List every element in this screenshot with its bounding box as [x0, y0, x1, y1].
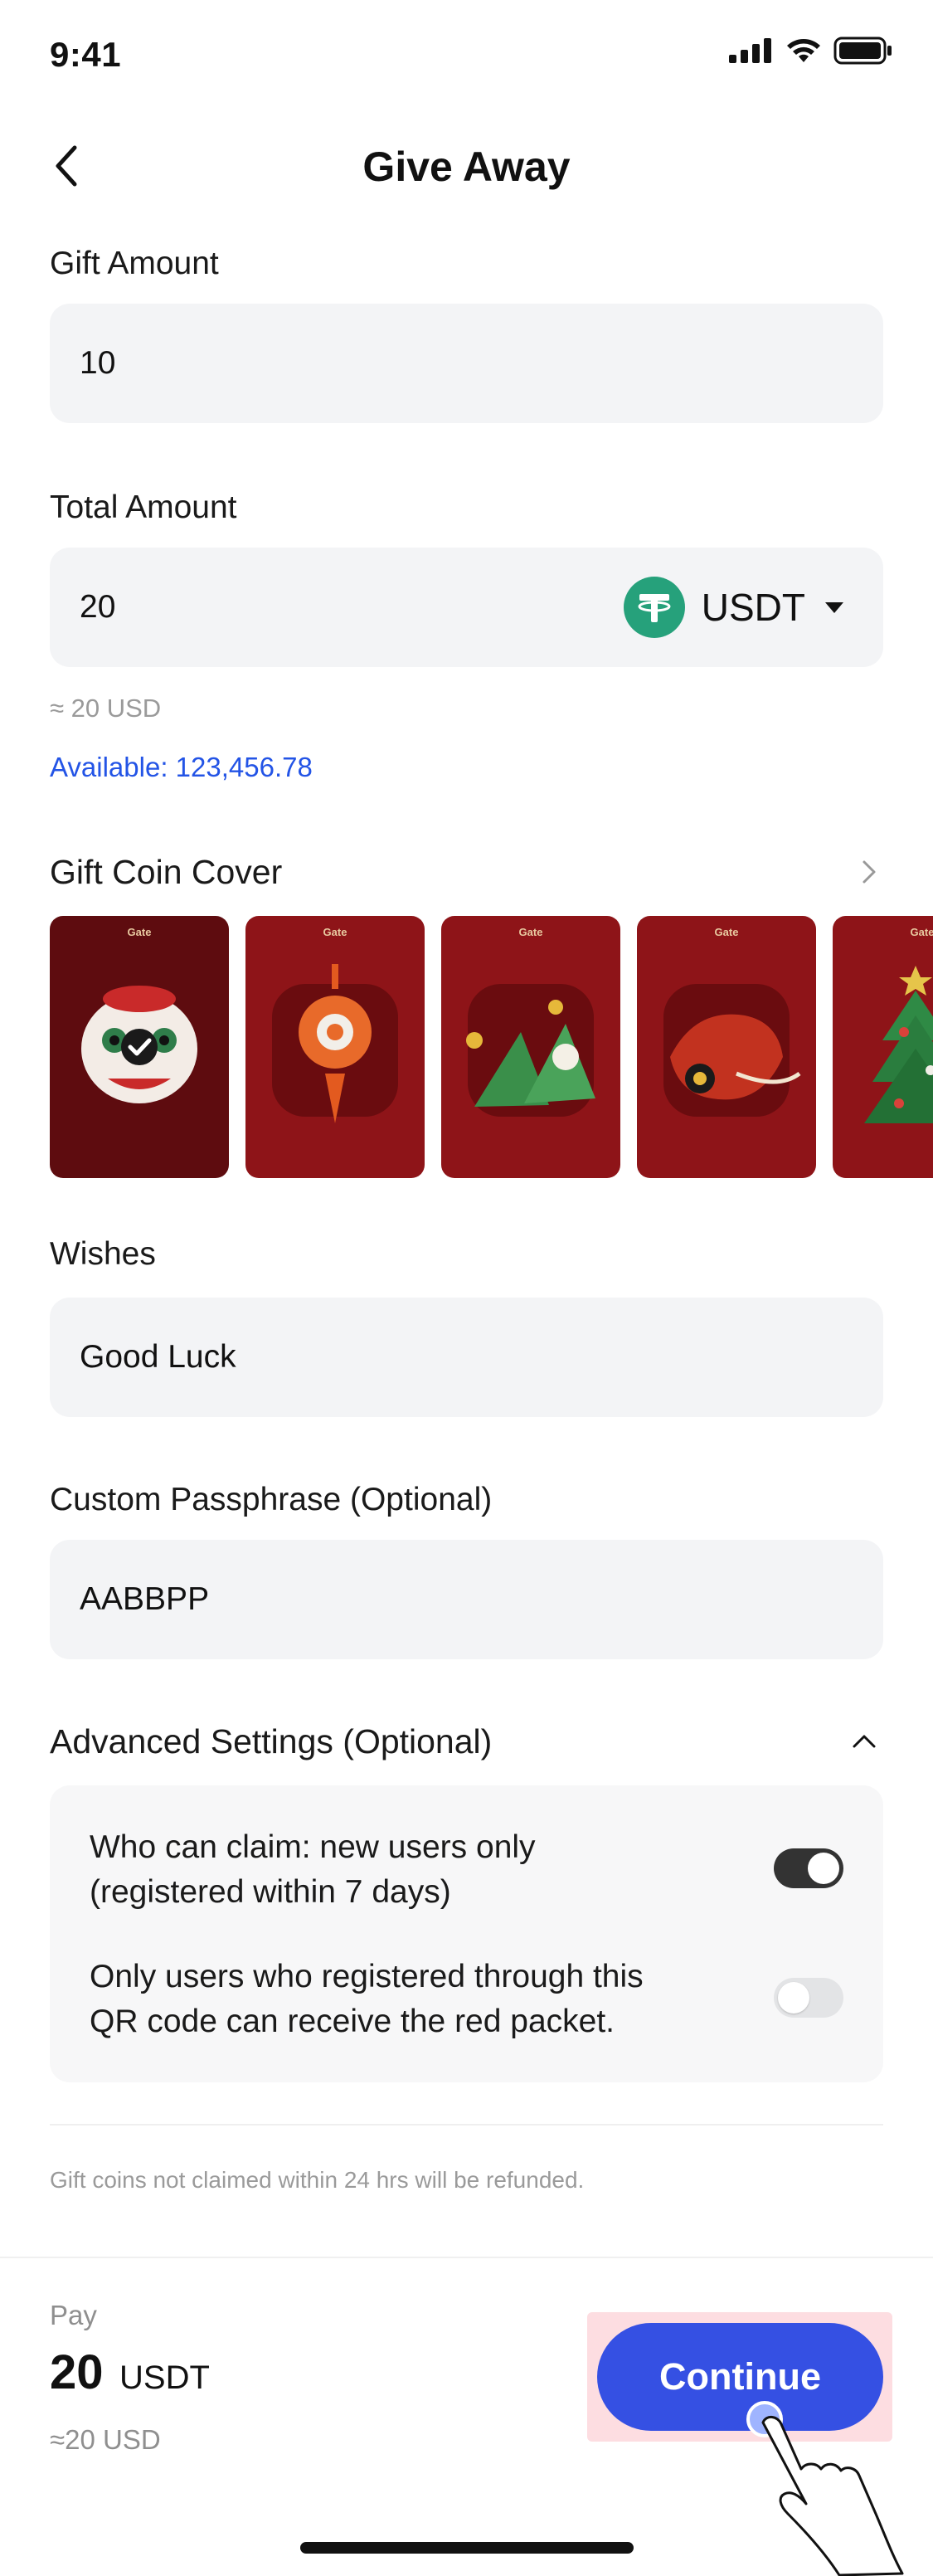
pay-unit: USDT	[119, 2359, 210, 2396]
wishes-label: Wishes	[50, 1236, 156, 1272]
advanced-settings-title: Advanced Settings (Optional)	[50, 1721, 493, 1760]
wifi-icon	[787, 39, 820, 62]
toggle-knob	[778, 1982, 809, 2014]
advanced-settings-header[interactable]: Advanced Settings (Optional)	[50, 1721, 883, 1762]
cover-item-chinese-knot[interactable]: Gate	[245, 916, 425, 1178]
total-amount-field[interactable]: 20 USDT	[50, 548, 883, 667]
cover-item-dragon[interactable]: Gate	[637, 916, 816, 1178]
passphrase-label: Custom Passphrase (Optional)	[50, 1482, 493, 1517]
coin-selector[interactable]: USDT	[623, 576, 843, 639]
wishes-field[interactable]: Good Luck	[50, 1298, 883, 1417]
qr-code-toggle[interactable]	[774, 1978, 843, 2018]
cover-section-header[interactable]: Gift Coin Cover	[50, 851, 883, 893]
passphrase-value: AABBPP	[80, 1581, 210, 1617]
pay-amount: 20	[50, 2345, 104, 2399]
signal-icon	[729, 38, 771, 63]
passphrase-field[interactable]: AABBPP	[50, 1540, 883, 1659]
pay-approx-usd: ≈20 USD	[50, 2424, 161, 2455]
chevron-right-icon	[863, 860, 876, 884]
toggle-knob	[808, 1853, 839, 1884]
new-users-toggle[interactable]	[774, 1848, 843, 1888]
divider	[50, 2124, 883, 2126]
page-title: Give Away	[362, 144, 571, 190]
qr-code-only-option: Only users who registered through this Q…	[90, 1955, 687, 2044]
cover-section-title: Gift Coin Cover	[50, 852, 283, 891]
wishes-value: Good Luck	[80, 1339, 236, 1375]
lion-dance-illustration	[81, 986, 197, 1103]
cover-item-christmas-tree[interactable]: Gate	[833, 916, 933, 1178]
cover-item-lion-dance[interactable]: Gate	[50, 916, 229, 1178]
home-indicator	[300, 2542, 634, 2554]
christmas-tree-illustration	[864, 966, 933, 1123]
total-approx-usd: ≈ 20 USD	[50, 694, 162, 723]
status-bar: 9:41	[0, 0, 933, 116]
gift-amount-field[interactable]: 10	[50, 304, 883, 423]
cover-carousel[interactable]: Gate Gate Gate Gate Gate	[50, 916, 933, 1178]
coin-name: USDT	[701, 586, 805, 629]
chinese-knot-illustration	[299, 964, 372, 1123]
option-text-line2: QR code can receive the red packet.	[90, 2004, 615, 2039]
tap-hand-icon	[746, 2401, 904, 2576]
dragon-illustration	[670, 1014, 801, 1100]
rice-dumplings-illustration	[466, 1000, 595, 1107]
total-amount-value: 20	[80, 589, 116, 625]
option-text-line1: Only users who registered through this	[90, 1959, 644, 1994]
gift-amount-label: Gift Amount	[50, 246, 219, 281]
pay-label: Pay	[50, 2300, 97, 2330]
chevron-up-icon	[853, 1735, 876, 1748]
tether-icon	[623, 577, 685, 638]
total-amount-label: Total Amount	[50, 489, 237, 525]
nav-bar: Give Away	[0, 124, 933, 207]
option-text-line2: (registered within 7 days)	[90, 1874, 451, 1910]
claim-new-users-option: Who can claim: new users only (registere…	[90, 1825, 687, 1915]
battery-icon	[833, 37, 892, 65]
advanced-settings-panel: Who can claim: new users only (registere…	[50, 1785, 883, 2082]
status-time: 9:41	[50, 35, 122, 74]
option-text-line1: Who can claim: new users only	[90, 1829, 536, 1865]
available-balance: Available: 123,456.78	[50, 752, 313, 782]
status-icons	[729, 37, 893, 65]
refund-footnote: Gift coins not claimed within 24 hrs wil…	[50, 2167, 585, 2193]
gift-amount-value: 10	[80, 345, 116, 381]
cover-item-rice-dumplings[interactable]: Gate	[441, 916, 620, 1178]
caret-down-icon	[825, 601, 843, 613]
